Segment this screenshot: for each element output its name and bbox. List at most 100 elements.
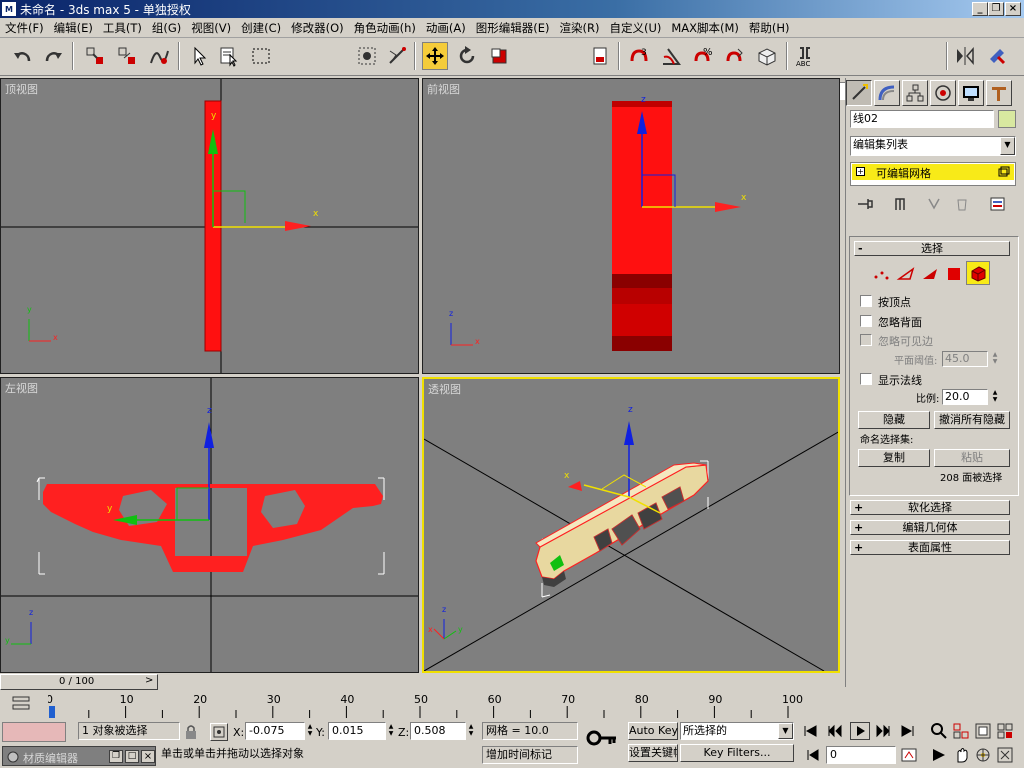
menu-maxscript[interactable]: MAX脚本(M) [666, 20, 744, 36]
next-frame-arrow-icon[interactable]: > [145, 675, 153, 686]
scale-spinner[interactable]: 20.0 [942, 389, 988, 405]
face-level-icon[interactable] [920, 265, 940, 286]
select-object-icon[interactable] [186, 42, 212, 70]
menu-create[interactable]: 创建(C) [236, 20, 286, 36]
time-config-icon[interactable] [900, 746, 920, 767]
copy-button[interactable]: 复制 [858, 449, 930, 467]
prev-frame-icon[interactable] [826, 724, 844, 741]
auto-key-button[interactable]: Auto Key [628, 722, 678, 740]
viewport-front[interactable]: 前视图 x z z x [422, 78, 840, 374]
element-level-icon[interactable] [966, 261, 990, 285]
edit-named-selections-icon[interactable] [754, 42, 780, 70]
x-spinner-arrows[interactable]: ▲ ▼ [305, 723, 315, 739]
zoom-all-icon[interactable] [952, 722, 970, 743]
add-time-tag[interactable]: 增加时间标记 [482, 746, 578, 764]
unhide-all-button[interactable]: 撤消所有隐藏 [934, 411, 1010, 429]
menu-help[interactable]: 帮助(H) [744, 20, 795, 36]
arc-rotate-icon[interactable] [974, 746, 994, 767]
select-and-scale-icon[interactable] [486, 42, 512, 70]
object-color-swatch[interactable] [998, 110, 1016, 128]
bind-space-warp-icon[interactable] [146, 42, 172, 70]
key-mode-toggle-icon[interactable] [806, 748, 822, 765]
timeline-ruler[interactable]: 0 10 20 30 40 50 60 70 80 90 100 [46, 692, 840, 718]
pan-icon[interactable] [952, 746, 972, 767]
menu-animation[interactable]: 动画(A) [421, 20, 471, 36]
region-zoom-icon[interactable] [930, 746, 950, 767]
y-spinner-arrows[interactable]: ▲ ▼ [386, 723, 396, 739]
minimize-button[interactable]: _ [972, 2, 988, 16]
select-and-link-icon[interactable] [82, 42, 108, 70]
z-coord-field[interactable]: 0.508 [410, 722, 466, 740]
key-filters-button[interactable]: Key Filters... [680, 744, 794, 762]
abc-icon[interactable]: ABC [792, 42, 818, 70]
utilities-tab-icon[interactable] [986, 80, 1012, 106]
absolute-mode-icon[interactable] [210, 723, 228, 741]
unlink-icon[interactable] [114, 42, 140, 70]
maximize-viewport-icon[interactable] [996, 746, 1016, 767]
menu-customize[interactable]: 自定义(U) [604, 20, 666, 36]
undo-icon[interactable] [10, 42, 36, 70]
x-coord-field[interactable]: -0.075 [245, 722, 305, 740]
polygon-level-icon[interactable] [944, 265, 964, 286]
select-by-name-icon[interactable] [216, 42, 242, 70]
zoom-icon[interactable] [930, 722, 948, 743]
menu-graph-editors[interactable]: 图形编辑器(E) [471, 20, 555, 36]
motion-tab-icon[interactable] [930, 80, 956, 106]
show-end-result-icon[interactable] [892, 196, 908, 215]
me-close-icon[interactable]: × [141, 750, 155, 763]
show-normals-checkbox[interactable] [860, 373, 872, 385]
hierarchy-tab-icon[interactable] [902, 80, 928, 106]
by-vertex-checkbox[interactable] [860, 295, 872, 307]
spinner-snap-icon[interactable] [722, 42, 748, 70]
edge-level-icon[interactable] [896, 265, 916, 286]
configure-modifier-sets-icon[interactable] [990, 196, 1006, 215]
restore-button[interactable]: ❐ [988, 2, 1004, 16]
zoom-extents-all-icon[interactable] [996, 722, 1014, 743]
select-and-rotate-icon[interactable] [454, 42, 480, 70]
time-slider[interactable]: 0 / 100 > [0, 674, 158, 690]
display-tab-icon[interactable] [958, 80, 984, 106]
expand-icon[interactable]: + [856, 167, 865, 176]
menu-file[interactable]: 文件(F) [0, 20, 49, 36]
goto-end-icon[interactable] [898, 724, 916, 741]
close-button[interactable]: × [1005, 2, 1021, 16]
hide-button[interactable]: 隐藏 [858, 411, 930, 429]
open-mini-curve-editor-icon[interactable] [10, 694, 34, 714]
align-icon[interactable] [984, 42, 1010, 70]
menu-edit[interactable]: 编辑(E) [49, 20, 98, 36]
vertex-level-icon[interactable] [872, 265, 892, 286]
menu-group[interactable]: 组(G) [147, 20, 186, 36]
zoom-extents-icon[interactable] [974, 722, 992, 743]
menu-rendering[interactable]: 渲染(R) [554, 20, 604, 36]
stack-item-editable-mesh[interactable]: + 可编辑网格 [852, 164, 1014, 180]
object-name-field[interactable]: 线02 [850, 110, 994, 128]
viewport-top[interactable]: 顶视图 x y y x [0, 78, 419, 374]
me-restore-icon[interactable]: ❐ [109, 750, 123, 763]
angle-snap-icon[interactable] [658, 42, 684, 70]
viewport-perspective[interactable]: 透视图 z x z x y [422, 377, 840, 673]
menu-tools[interactable]: 工具(T) [98, 20, 147, 36]
snaps-toggle-icon[interactable]: 3 [626, 42, 652, 70]
surface-properties-rollout-header[interactable]: + 表面属性 [850, 540, 1010, 555]
select-and-manipulate-icon[interactable] [384, 42, 410, 70]
edit-geometry-rollout-header[interactable]: + 编辑几何体 [850, 520, 1010, 535]
menu-views[interactable]: 视图(V) [186, 20, 236, 36]
redo-icon[interactable] [40, 42, 66, 70]
current-frame-field[interactable]: 0 [826, 746, 896, 764]
remove-modifier-icon[interactable] [954, 196, 970, 215]
rect-selection-region-icon[interactable] [248, 42, 274, 70]
create-tab-icon[interactable] [846, 80, 872, 106]
select-and-move-icon[interactable] [422, 42, 448, 70]
play-icon[interactable] [850, 722, 870, 740]
scale-arrows[interactable]: ▲ ▼ [990, 389, 1000, 405]
next-frame-icon[interactable] [874, 724, 892, 741]
material-editor-minimized[interactable]: 材质编辑器 ❐ □ × [2, 746, 156, 766]
modify-tab-icon[interactable] [874, 80, 900, 106]
menu-character[interactable]: 角色动画(h) [349, 20, 421, 36]
selection-rollout-header[interactable]: - 选择 [854, 241, 1010, 256]
soft-selection-rollout-header[interactable]: + 软化选择 [850, 500, 1010, 515]
me-maximize-icon[interactable]: □ [125, 750, 139, 763]
lock-selection-icon[interactable] [184, 724, 198, 743]
percent-snap-icon[interactable]: % [690, 42, 716, 70]
make-unique-icon[interactable] [926, 196, 942, 215]
